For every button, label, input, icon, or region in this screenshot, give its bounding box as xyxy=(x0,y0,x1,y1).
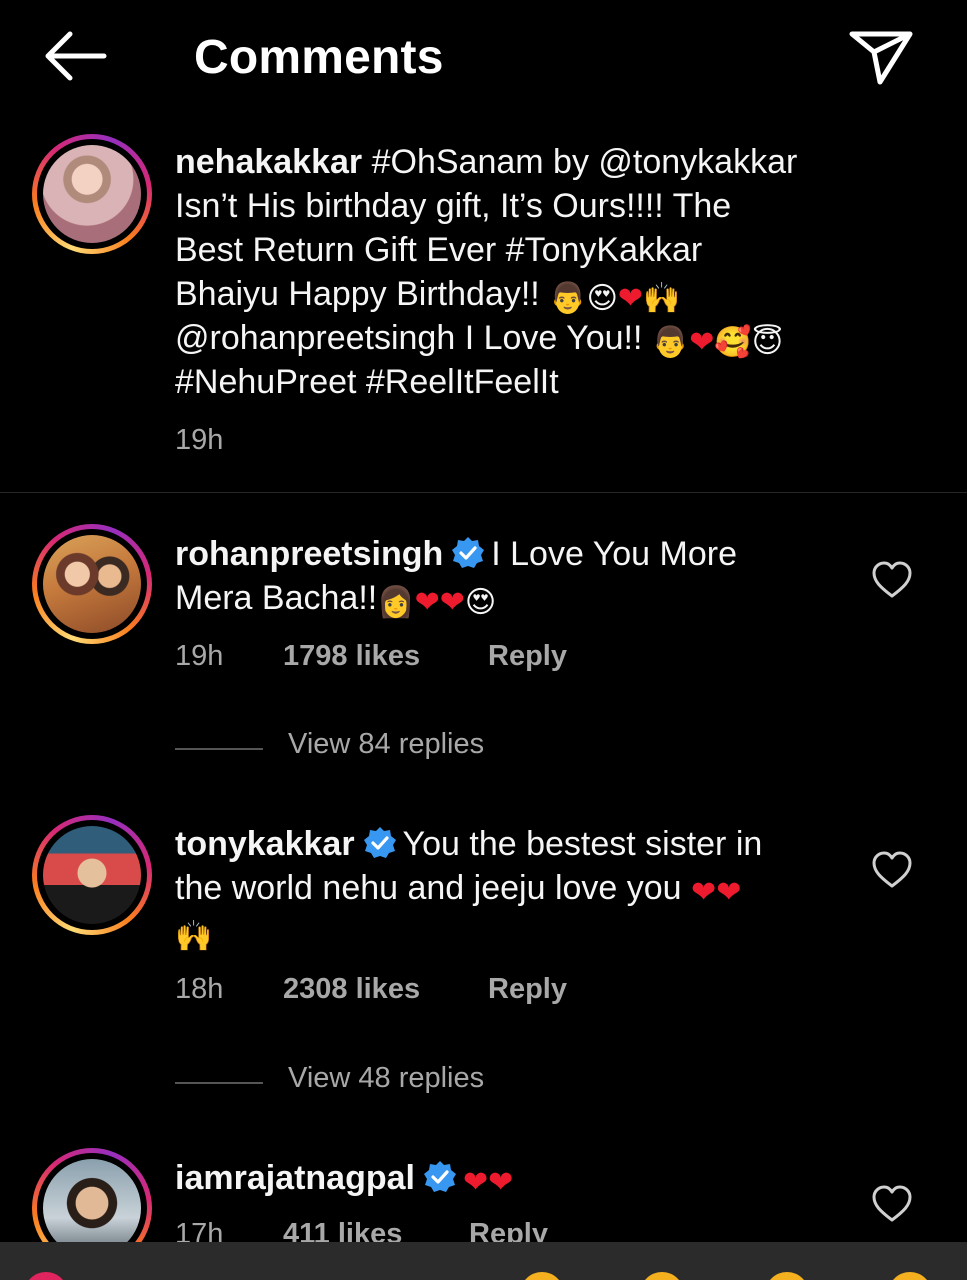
like-button[interactable] xyxy=(870,560,914,600)
comment-line-1: You the bestest sister in xyxy=(402,825,763,863)
verified-badge-icon xyxy=(423,1161,456,1192)
heart-eyes-emoji: 😍 xyxy=(464,585,497,620)
replies-divider-line xyxy=(175,1082,263,1084)
send-icon xyxy=(849,31,913,85)
comment-likes[interactable]: 1798 likes xyxy=(283,640,420,673)
like-button[interactable] xyxy=(870,850,914,890)
red-heart-emoji: ❤ xyxy=(716,875,742,910)
caption-line-6: #NehuPreet #ReelItFeelIt xyxy=(175,363,559,401)
caption-username[interactable]: nehakakkar xyxy=(175,143,362,181)
caption-line-3: Best Return Gift Ever #TonyKakkar xyxy=(175,231,703,269)
verified-badge-icon xyxy=(363,827,396,858)
caption-text: nehakakkar #OhSanam by @tonykakkar Isn’t… xyxy=(175,140,855,404)
reply-button[interactable]: Reply xyxy=(488,640,567,673)
heart-eyes-emoji: 😍 xyxy=(586,281,618,316)
reply-button[interactable]: Reply xyxy=(488,973,567,1006)
share-button[interactable] xyxy=(846,26,916,88)
red-heart-emoji: ❤ xyxy=(462,1165,489,1200)
quick-heart-emoji[interactable] xyxy=(24,1272,68,1280)
heart-outline-icon xyxy=(872,1185,912,1222)
comment-text: iamrajatnagpal ❤❤ xyxy=(175,1156,855,1200)
view-replies-label: View 48 replies xyxy=(288,1062,485,1094)
red-heart-emoji: ❤ xyxy=(691,875,717,910)
caption-time: 19h xyxy=(175,424,224,456)
comment-likes[interactable]: 2308 likes xyxy=(283,973,420,1006)
red-heart-emoji: ❤ xyxy=(439,585,465,620)
comment-line-2: Mera Bacha!! xyxy=(175,579,378,617)
comment-line-2: the world nehu and jeeju love you xyxy=(175,869,682,907)
quick-emoji-bar xyxy=(0,1242,967,1280)
red-heart-emoji: ❤ xyxy=(617,281,643,316)
comment-time: 18h xyxy=(175,973,224,1005)
princess-emoji: 👩 xyxy=(377,585,415,620)
prince-emoji: 👨 xyxy=(651,325,690,360)
verified-badge-icon xyxy=(452,537,485,568)
raising-hands-emoji: 🙌 xyxy=(175,919,213,954)
comment-username[interactable]: rohanpreetsingh xyxy=(175,535,443,573)
red-heart-emoji: ❤ xyxy=(414,585,440,620)
comment-username[interactable]: iamrajatnagpal xyxy=(175,1159,415,1197)
heart-outline-icon xyxy=(872,851,912,888)
page-title: Comments xyxy=(194,31,444,84)
comments-screen: Comments nehakakkar #OhSanam by @tonykak… xyxy=(0,0,967,1280)
quick-emoji[interactable] xyxy=(888,1272,932,1280)
avatar-tonykakkar[interactable] xyxy=(32,815,152,935)
comment-line-1: I Love You More xyxy=(491,535,737,573)
back-button[interactable] xyxy=(40,26,110,86)
quick-emoji[interactable] xyxy=(765,1272,809,1280)
smiling-hearts-emoji: 🥰 xyxy=(714,325,752,360)
comment-text: rohanpreetsingh I Love You More Mera Bach… xyxy=(175,532,855,620)
comment-username[interactable]: tonykakkar xyxy=(175,825,355,863)
halo-emoji: 😇 xyxy=(751,325,784,360)
caption-line-2: Isn’t His birthday gift, It’s Ours!!!! T… xyxy=(175,187,732,225)
quick-emoji[interactable] xyxy=(640,1272,684,1280)
prince-emoji: 👨 xyxy=(549,281,587,316)
red-heart-emoji: ❤ xyxy=(689,325,715,360)
quick-emoji[interactable] xyxy=(520,1272,564,1280)
view-replies-button[interactable]: View 84 replies xyxy=(175,728,595,768)
caption-line-1: #OhSanam by @tonykakkar xyxy=(371,143,798,181)
header: Comments xyxy=(0,0,967,112)
view-replies-label: View 84 replies xyxy=(288,728,485,760)
caption-line-5: @rohanpreetsingh I Love You!! xyxy=(175,319,643,357)
avatar-nehakakkar[interactable] xyxy=(32,134,152,254)
raising-hands-emoji: 🙌 xyxy=(643,281,681,316)
red-heart-emoji: ❤ xyxy=(488,1165,514,1200)
heart-outline-icon xyxy=(872,561,912,598)
like-button[interactable] xyxy=(870,1184,914,1224)
avatar-rohanpreetsingh[interactable] xyxy=(32,524,152,644)
back-arrow-icon xyxy=(45,31,107,81)
caption-line-4: Bhaiyu Happy Birthday!! xyxy=(175,275,540,313)
divider xyxy=(0,492,967,493)
comment-time: 19h xyxy=(175,640,224,672)
view-replies-button[interactable]: View 48 replies xyxy=(175,1062,595,1102)
replies-divider-line xyxy=(175,748,263,750)
comment-text: tonykakkar You the bestest sister in the … xyxy=(175,822,855,954)
